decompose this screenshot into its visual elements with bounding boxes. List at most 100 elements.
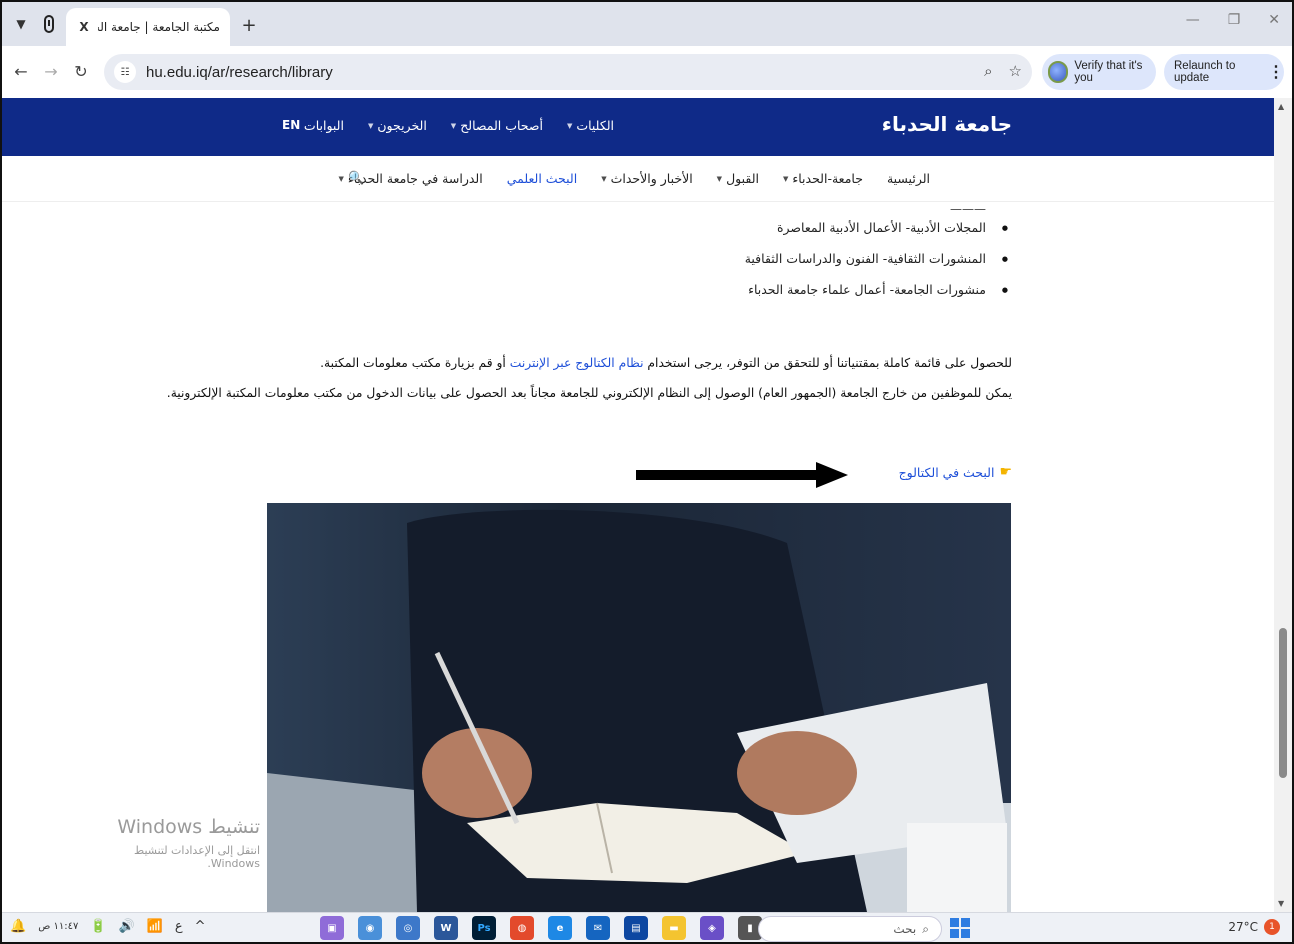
windows-taskbar: 🔔 ١١:٤٧ ص 🔋 🔊 📶 ع ^ ▣ ◉ ◎ W Ps ◍ e ✉ ▤ ▬… <box>2 912 1292 942</box>
list-item: المجلات الأدبية- الأعمال الأدبية المعاصر… <box>252 212 1012 243</box>
list-item: منشورات الجامعة- أعمال علماء جامعة الحدب… <box>252 274 1012 305</box>
arrow-annotation <box>636 462 848 488</box>
verify-button[interactable]: Verify that it's you <box>1042 54 1156 90</box>
zoom-icon[interactable]: ⌕ <box>984 62 992 80</box>
forward-icon[interactable]: → <box>40 60 62 82</box>
watermark-subtitle: انتقل إلى الإعدادات لتنشيط Windows. <box>134 844 260 870</box>
search-icon: ⌕ <box>922 921 929 936</box>
writing-hands-illustration <box>267 509 1011 912</box>
clipped-list-item: ——— <box>950 202 986 212</box>
taskbar-search[interactable]: ⌕ بحث <box>758 916 942 942</box>
restore-icon[interactable]: ❐ <box>1228 12 1241 28</box>
mail-icon[interactable]: ✉ <box>586 916 610 940</box>
new-tab-button[interactable]: + <box>238 14 260 36</box>
main-nav: الرئيسية جامعة-الحدباء ▼ القبول ▼ الأخبار … <box>338 171 930 186</box>
relaunch-label: Relaunch to update <box>1174 60 1236 84</box>
chevron-down-icon: ▼ <box>367 121 374 130</box>
browser-toolbar: ← → ↻ ☷ hu.edu.iq/ar/research/library ⌕ … <box>2 46 1292 98</box>
app-icon[interactable]: ▣ <box>320 916 344 940</box>
nav-item-news[interactable]: الأخبار والأحداث ▼ <box>601 171 692 186</box>
volume-icon[interactable]: 🔊 <box>119 919 135 934</box>
battery-icon[interactable]: 🔋 <box>90 919 106 934</box>
back-icon[interactable]: ← <box>10 60 32 82</box>
pointing-hand-icon: ☛ <box>999 464 1012 480</box>
library-hero-image <box>267 503 1011 912</box>
clock[interactable]: ١١:٤٧ ص <box>38 921 78 933</box>
tab-search-button[interactable]: ▼ <box>8 11 34 37</box>
folder-icon[interactable]: ▬ <box>662 916 686 940</box>
list-item: المنشورات الثقافية- الفنون والدراسات الث… <box>252 243 1012 274</box>
system-tray: 🔔 ١١:٤٧ ص 🔋 🔊 📶 ع ^ <box>10 919 206 934</box>
minimize-icon[interactable]: — <box>1186 12 1200 28</box>
wifi-icon[interactable]: 📶 <box>147 919 163 934</box>
paragraph-text: للحصول على قائمة كاملة بمقتنياتنا أو للت… <box>643 356 1012 370</box>
app-icon[interactable]: ◎ <box>396 916 420 940</box>
weather-widget[interactable]: 27°C 1 <box>1228 919 1280 935</box>
windows-activation-watermark: تنشيط Windows انتقل إلى الإعدادات لتنشيط… <box>82 816 260 870</box>
catalog-system-link[interactable]: نظام الكتالوج عبر الإنترنت <box>510 356 644 370</box>
close-window-icon[interactable]: ✕ <box>1268 12 1280 28</box>
watermark-title: تنشيط Windows <box>117 816 260 838</box>
site-info-icon[interactable]: ☷ <box>114 61 136 83</box>
url-text: hu.edu.iq/ar/research/library <box>146 63 333 81</box>
scroll-down-icon[interactable]: ▼ <box>1278 899 1284 908</box>
tab-active[interactable]: مكتبة الجامعة | جامعة الحدباء X <box>66 8 230 46</box>
nav-item-admission[interactable]: القبول ▼ <box>717 171 759 186</box>
top-nav-item[interactable]: الكليات ▼ <box>567 118 614 133</box>
weather-badge: 1 <box>1264 919 1280 935</box>
access-paragraph: يمكن للموظفين من خارج الجامعة (الجمهور ا… <box>166 386 1012 400</box>
speaker-icon[interactable] <box>40 13 58 35</box>
page-scrollbar[interactable]: ▲ ▼ <box>1274 98 1292 912</box>
page-viewport: جامعة الحدباء الكليات ▼ أصحاب المصالح ▼ ال… <box>2 98 1274 912</box>
chevron-down-icon: ▼ <box>566 121 573 130</box>
language-switch[interactable]: EN <box>282 118 300 132</box>
address-bar[interactable]: ☷ hu.edu.iq/ar/research/library ⌕ ☆ <box>104 54 1032 90</box>
temperature: 27°C <box>1228 920 1258 934</box>
menu-kebab-icon[interactable]: ⋮ <box>1268 62 1284 82</box>
close-tab-icon[interactable]: X <box>76 20 92 34</box>
keyboard-language-icon[interactable]: ع <box>175 919 183 934</box>
chevron-down-icon: ▼ <box>716 174 723 183</box>
top-nav-item[interactable]: أصحاب المصالح ▼ <box>451 118 543 133</box>
window-controls: — ❐ ✕ <box>1186 12 1280 28</box>
chevron-down-icon: ▼ <box>338 174 344 183</box>
top-nav-item[interactable]: الخريجون ▼ <box>368 118 427 133</box>
catalog-search-link[interactable]: ☛ البحث في الكتالوج <box>899 464 1012 480</box>
tab-title: مكتبة الجامعة | جامعة الحدباء <box>98 20 220 34</box>
nav-item-home[interactable]: الرئيسية <box>887 171 930 186</box>
store-icon[interactable]: ▤ <box>624 916 648 940</box>
edge-icon[interactable]: e <box>548 916 572 940</box>
verify-label: Verify that it's you <box>1074 60 1143 84</box>
word-icon[interactable]: W <box>434 916 458 940</box>
taskbar-search-placeholder: بحث <box>893 922 917 936</box>
chevron-up-icon[interactable]: ^ <box>195 919 206 934</box>
notification-icon[interactable]: 🔔 <box>10 919 26 934</box>
bookmark-star-icon[interactable]: ☆ <box>1009 62 1022 80</box>
catalog-paragraph: للحصول على قائمة كاملة بمقتنياتنا أو للت… <box>320 356 1012 370</box>
reload-icon[interactable]: ↻ <box>70 60 92 82</box>
profile-avatar <box>1048 61 1069 83</box>
top-nav: الكليات ▼ أصحاب المصالح ▼ الخريجون ▼ البواب… <box>304 118 614 133</box>
chevron-down-icon: ▼ <box>450 121 457 130</box>
relaunch-button[interactable]: Relaunch to update ⋮ <box>1164 54 1284 90</box>
app-icon[interactable]: ◉ <box>358 916 382 940</box>
article-content: ——— المجلات الأدبية- الأعمال الأدبية الم… <box>252 202 1012 305</box>
windows-start-icon[interactable] <box>950 918 970 938</box>
tab-strip: ▼ مكتبة الجامعة | جامعة الحدباء X + — ❐ … <box>2 2 1292 46</box>
scroll-up-icon[interactable]: ▲ <box>1278 102 1284 111</box>
taskbar-apps: ▣ ◉ ◎ W Ps ◍ e ✉ ▤ ▬ ◈ ▮ <box>320 916 762 940</box>
chevron-down-icon: ▼ <box>782 174 789 183</box>
chrome-icon[interactable]: ◍ <box>510 916 534 940</box>
paragraph-text: أو قم بزيارة مكتب معلومات المكتبة. <box>320 356 510 370</box>
photoshop-icon[interactable]: Ps <box>472 916 496 940</box>
site-brand[interactable]: جامعة الحدباء <box>882 112 1012 136</box>
top-nav-item[interactable]: البوابات <box>304 118 344 133</box>
search-icon[interactable]: 🔍 <box>348 171 364 186</box>
catalog-search-label: البحث في الكتالوج <box>898 464 995 480</box>
nav-item-research[interactable]: البحث العلمي <box>507 171 577 186</box>
nav-item-university[interactable]: جامعة-الحدباء ▼ <box>783 171 863 186</box>
app-icon[interactable]: ◈ <box>700 916 724 940</box>
scroll-thumb[interactable] <box>1279 628 1287 778</box>
site-header: جامعة الحدباء الكليات ▼ أصحاب المصالح ▼ ال… <box>2 98 1274 156</box>
chevron-down-icon: ▼ <box>601 174 607 183</box>
